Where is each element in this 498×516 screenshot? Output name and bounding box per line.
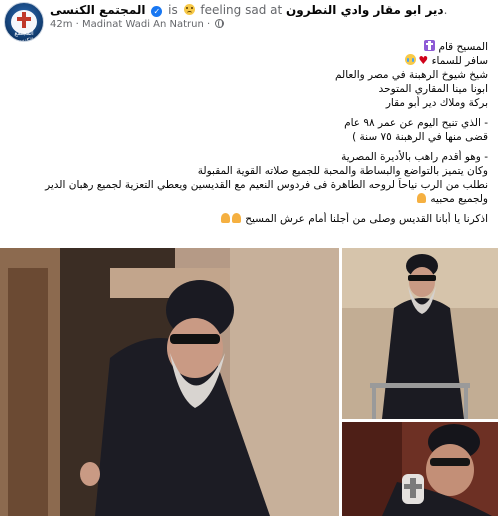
post-line-1: المسيح قام [0,40,488,54]
post-line-3: شيخ شيوخ الرهبنة في مصر والعالم [335,69,488,81]
photo-monk-blessing[interactable] [342,422,498,516]
photo-monk-doorway-image [0,248,339,516]
place-link[interactable]: Madinat Wadi An Natrun [82,19,204,30]
post-line-7: قضى منها في الرهبنة ٧٥ سنة ) [352,131,488,143]
meta-separator-2: · [207,19,211,30]
praying-hands-icon-2 [220,213,230,223]
post-line-11: ولجميع محبيه [0,192,488,206]
feeling-text: feeling sad at [200,3,283,17]
post-line-6: - الذي تنيح اليوم عن عمر ٩٨ عام [344,117,488,129]
praying-hands-icon [231,213,241,223]
post-text-2: سافر للسماء [431,55,488,67]
sad-face-icon [183,4,195,15]
location-link[interactable]: دير ابو مقار وادي النطرون [286,3,444,17]
photo-grid [0,248,498,516]
photo-monk-doorway[interactable] [0,248,339,516]
post-line-8: - وهو أقدم راهب بالأديرة المصرية [341,151,488,163]
page-name-link[interactable]: المجتمع الكنسى [50,3,145,17]
post-header: المجتمع الكنسى المجتمع الكنسى ✓ is feeli… [0,0,498,42]
post-meta-line: 42m · Madinat Wadi An Natrun · [50,19,225,33]
post-line-12: اذكرنا يا أبانا القديس وصلى من أجلنا أما… [0,212,488,226]
globe-icon [215,19,225,28]
feeling-prefix: is [168,3,178,17]
post-line-4: ابونا مينا المقاري المتوحد [378,83,488,95]
post-author-line: المجتمع الكنسى ✓ is feeling sad at دير ا… [50,3,495,19]
post-line-9: وكان يتميز بالتواضع والبساطة والمحبة للج… [197,165,488,177]
broken-heart-icon: ♥ [418,54,429,67]
post-line-10: نطلب من الرب نياحاً لروحه الطاهرة فى فرد… [45,179,488,191]
post-line-2: سافر للسماء ♥ [0,54,488,68]
verified-badge-icon: ✓ [151,6,163,17]
post-line-5: بركة وملاك دير أبو مقار [385,97,488,109]
post-text-12: اذكرنا يا أبانا القديس وصلى من أجلنا أما… [245,213,488,225]
photo-monk-blessing-image [342,422,498,516]
praying-hands-icon [417,193,427,203]
location-suffix: . [443,3,448,17]
post-text-11: ولجميع محبيه [430,193,488,205]
cross-emoji-icon [424,40,436,51]
post-text-1: المسيح قام [438,41,488,53]
page-avatar[interactable]: المجتمع الكنسى [4,2,44,42]
post-time[interactable]: 42m [50,19,72,30]
photo-monk-walker[interactable] [342,248,498,419]
crying-face-icon [405,54,417,65]
post-body: المسيح قام سافر للسماء ♥ شيخ شيوخ الرهبن… [0,40,488,226]
meta-separator: · [75,19,79,30]
photo-monk-walker-image [342,248,498,419]
